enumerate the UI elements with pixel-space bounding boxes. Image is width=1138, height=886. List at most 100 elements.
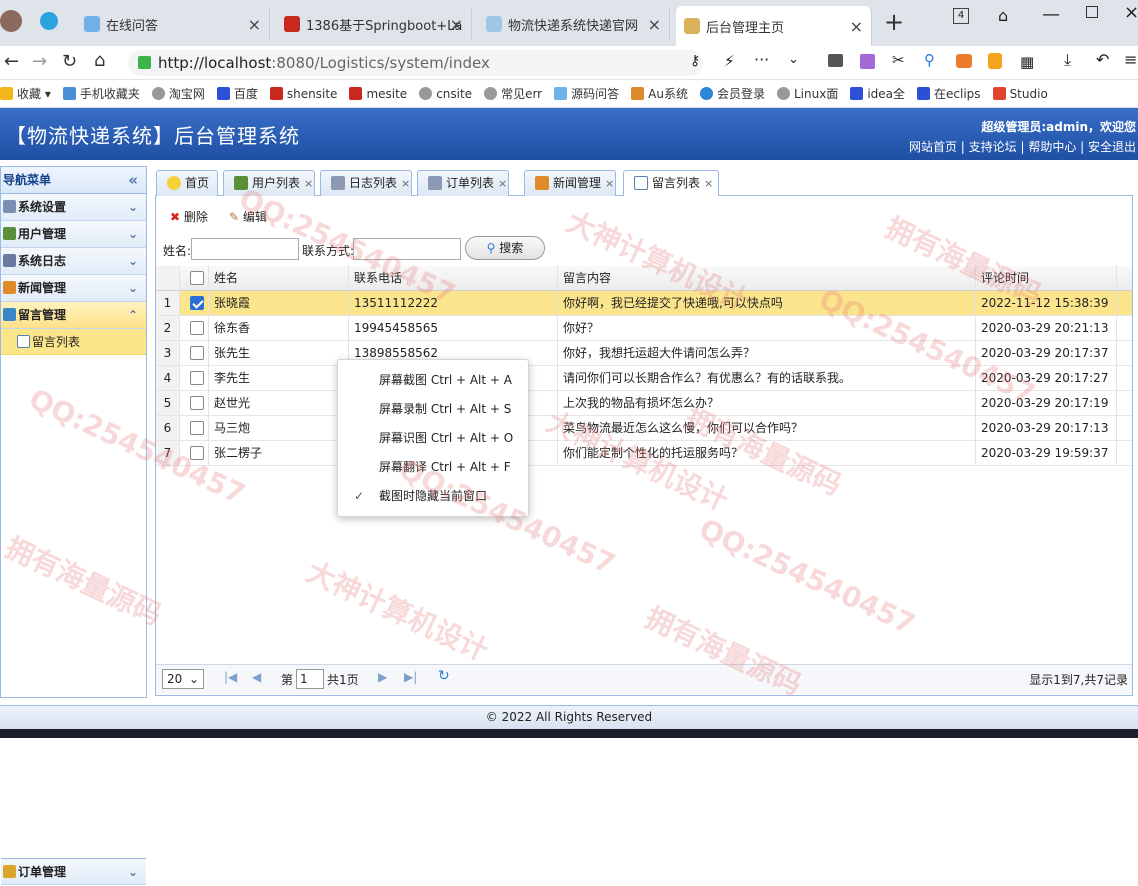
- bookmark-item[interactable]: shensite: [269, 87, 337, 101]
- row-checkbox[interactable]: [190, 346, 204, 360]
- bookmark-item[interactable]: Studio: [992, 87, 1048, 101]
- browser-tab-2[interactable]: 1386基于Springboot+La ×: [276, 8, 472, 40]
- header-links[interactable]: 网站首页 | 支持论坛 | 帮助中心 | 安全退出: [909, 138, 1136, 155]
- row-checkbox[interactable]: [190, 321, 204, 335]
- url-field[interactable]: http://localhost:8080/Logistics/system/i…: [128, 50, 703, 76]
- table-row[interactable]: 3 张先生 13898558562 你好，我想托运超大件请问怎么弄？ 2020-03-2…: [156, 341, 1132, 366]
- lightning-icon[interactable]: ⚡: [724, 52, 735, 70]
- select-all-checkbox[interactable]: [190, 271, 204, 285]
- shirt-icon[interactable]: ⌂: [998, 6, 1008, 25]
- bookmark-item[interactable]: Au系统: [631, 85, 688, 102]
- table-row[interactable]: 5 赵世光 上次我的物品有损坏怎么办？ 2020-03-29 20:17:19: [156, 391, 1132, 416]
- close-tab-icon[interactable]: ×: [401, 177, 410, 190]
- row-select-cell[interactable]: [180, 441, 209, 465]
- browser-tab-4[interactable]: 后台管理主页 ×: [676, 6, 872, 46]
- nav-item-message-list[interactable]: 留言列表: [1, 329, 146, 355]
- row-select-cell[interactable]: [180, 391, 209, 415]
- close-tab-icon[interactable]: ×: [450, 15, 463, 34]
- row-select-cell[interactable]: [180, 341, 209, 365]
- prev-page-icon[interactable]: ◀: [252, 670, 261, 684]
- table-row[interactable]: 6 马三炮 菜鸟物流最近怎么这么慢，你们可以合作吗？ 2020-03-29 20:17…: [156, 416, 1132, 441]
- bookmark-item[interactable]: 收藏 ▾: [0, 85, 51, 102]
- contact-input[interactable]: [353, 238, 461, 260]
- bookmark-item[interactable]: 淘宝网: [151, 85, 205, 102]
- translate-icon[interactable]: [860, 54, 875, 69]
- page-size-select[interactable]: 20 ⌄: [162, 669, 204, 689]
- reader-icon[interactable]: [828, 54, 843, 67]
- key-icon[interactable]: ⚷: [690, 53, 700, 69]
- download-icon[interactable]: ⤓: [1064, 50, 1071, 70]
- table-row[interactable]: 4 李先生 请问你们可以长期合作么？有优惠么？有的话联系我。 2020-03-29 2…: [156, 366, 1132, 391]
- search-button[interactable]: ⚲ 搜索: [465, 236, 545, 260]
- chevron-down-icon[interactable]: ⌄: [788, 52, 799, 67]
- first-page-icon[interactable]: |◀: [224, 670, 237, 684]
- reload-icon[interactable]: ↻: [62, 51, 77, 72]
- table-row[interactable]: 7 张二楞子 你们能定制个性化的托运服务吗？ 2020-03-29 19:59:37: [156, 441, 1132, 466]
- collapse-icon[interactable]: «: [128, 167, 138, 194]
- tab-order-list[interactable]: 订单列表 ×: [417, 170, 509, 196]
- tab-home[interactable]: 首页: [156, 170, 218, 196]
- back-icon[interactable]: ←: [4, 51, 19, 72]
- minimize-icon[interactable]: —: [1042, 4, 1060, 25]
- close-tab-icon[interactable]: ×: [248, 15, 261, 34]
- nav-group-user-management[interactable]: 用户管理 ⌄: [1, 221, 146, 248]
- menu-item-screen-record[interactable]: 屏幕录制 Ctrl + Alt + S: [338, 395, 528, 424]
- home-icon[interactable]: ⌂: [94, 50, 105, 71]
- menu-icon[interactable]: ≡: [1124, 50, 1137, 69]
- column-header-content[interactable]: 留言内容: [558, 266, 976, 290]
- close-tab-icon[interactable]: ×: [304, 177, 313, 190]
- maximize-icon[interactable]: [1086, 6, 1098, 18]
- nav-group-messages[interactable]: 留言管理 ⌃: [1, 302, 146, 329]
- bookmark-item[interactable]: 源码问答: [554, 85, 619, 102]
- search-icon[interactable]: ⚲: [924, 51, 935, 69]
- select-all-cell[interactable]: [180, 266, 209, 290]
- close-tab-icon[interactable]: ×: [648, 15, 661, 34]
- column-header-time[interactable]: 评论时间: [976, 266, 1117, 290]
- last-page-icon[interactable]: ▶|: [404, 670, 417, 684]
- close-tab-icon[interactable]: ×: [704, 177, 713, 190]
- bookmark-item[interactable]: Linux面: [776, 85, 838, 102]
- row-select-cell[interactable]: [180, 416, 209, 440]
- bookmark-item[interactable]: 常见err: [484, 85, 542, 102]
- close-tab-icon[interactable]: ×: [850, 17, 863, 36]
- refresh-icon[interactable]: ↻: [438, 668, 450, 684]
- name-input[interactable]: [191, 238, 299, 260]
- next-page-icon[interactable]: ▶: [378, 670, 387, 684]
- undo-icon[interactable]: ↶: [1096, 50, 1109, 69]
- bookmark-item[interactable]: 手机收藏夹: [62, 85, 140, 102]
- column-header-name[interactable]: 姓名: [209, 266, 349, 290]
- row-checkbox[interactable]: [190, 396, 204, 410]
- table-row[interactable]: 1 张晓霞 13511112222 你好啊，我已经提交了快递哦,可以快点吗 2022-1…: [156, 291, 1132, 316]
- menu-item-hide-window[interactable]: ✓ 截图时隐藏当前窗口: [338, 482, 528, 511]
- row-checkbox[interactable]: [190, 296, 204, 310]
- edit-button[interactable]: ✎ 编辑: [229, 208, 267, 225]
- bookmark-item[interactable]: mesite: [349, 87, 407, 101]
- delete-button[interactable]: ✖ 删除: [170, 208, 208, 225]
- nav-group-news[interactable]: 新闻管理 ⌄: [1, 275, 146, 302]
- nav-group-system-log[interactable]: 系统日志 ⌄: [1, 248, 146, 275]
- bookmark-item[interactable]: idea全: [850, 85, 905, 102]
- close-tab-icon[interactable]: ×: [498, 177, 507, 190]
- profile-avatar[interactable]: [0, 10, 22, 32]
- table-row[interactable]: 2 徐东香 19945458565 你好？ 2020-03-29 20:21:13: [156, 316, 1132, 341]
- row-select-cell[interactable]: [180, 366, 209, 390]
- telegram-icon[interactable]: [40, 12, 58, 30]
- menu-item-image-recognition[interactable]: 屏幕识图 Ctrl + Alt + O: [338, 424, 528, 453]
- game-icon[interactable]: [956, 54, 972, 68]
- bookmark-item[interactable]: 会员登录: [699, 85, 765, 102]
- bookmark-item[interactable]: 百度: [216, 85, 258, 102]
- row-checkbox[interactable]: [190, 371, 204, 385]
- tab-news[interactable]: 新闻管理 ×: [524, 170, 616, 196]
- menu-item-screenshot[interactable]: 屏幕截图 Ctrl + Alt + A: [338, 366, 528, 395]
- row-checkbox[interactable]: [190, 421, 204, 435]
- nav-group-orders[interactable]: 订单管理 ⌄: [1, 858, 146, 885]
- tab-user-list[interactable]: 用户列表 ×: [223, 170, 315, 196]
- scissors-icon[interactable]: ✂: [892, 51, 905, 69]
- new-tab-button[interactable]: +: [884, 8, 904, 36]
- row-checkbox[interactable]: [190, 446, 204, 460]
- bookmark-item[interactable]: cnsite: [419, 87, 472, 101]
- tab-message-list[interactable]: 留言列表 ×: [623, 170, 719, 197]
- column-header-phone[interactable]: 联系电话: [349, 266, 558, 290]
- row-select-cell[interactable]: [180, 316, 209, 340]
- browser-tab-1[interactable]: 在线问答 ×: [76, 8, 270, 40]
